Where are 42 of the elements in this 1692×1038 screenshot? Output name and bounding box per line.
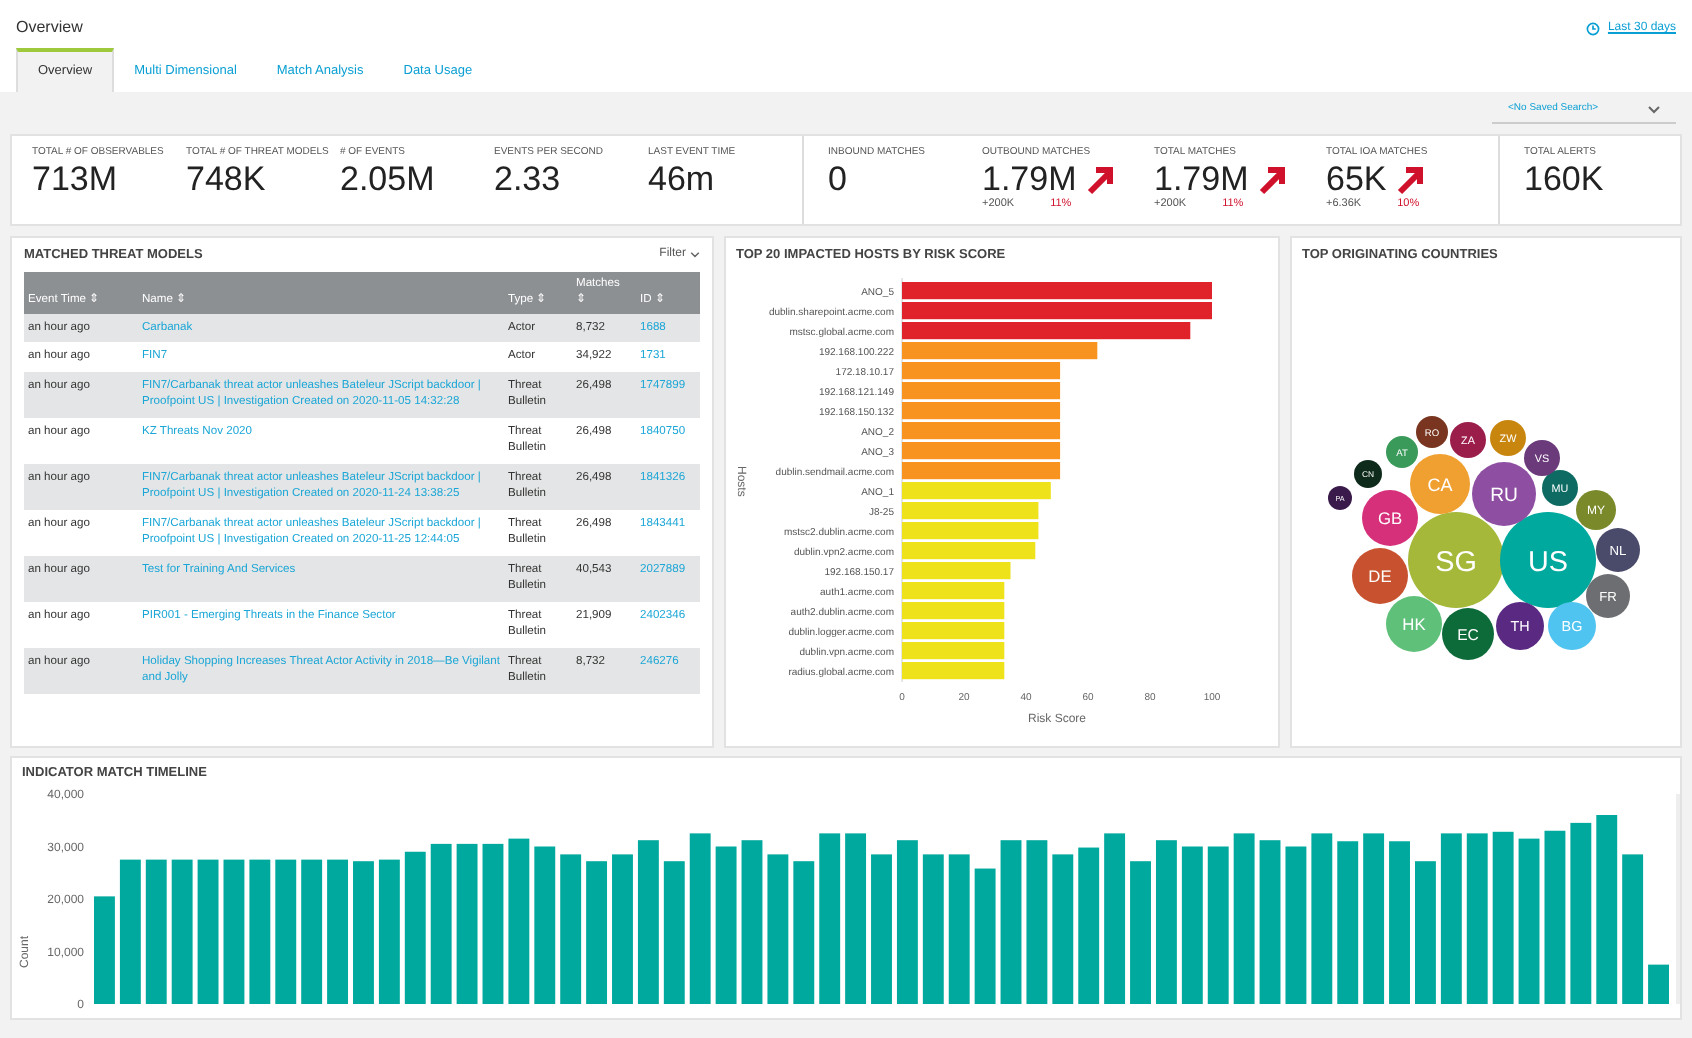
count-bar: [663, 860, 685, 1003]
kpi-value: 748K: [186, 160, 266, 199]
kpi-value: 160K: [1524, 160, 1604, 199]
country-bubble: SG: [1408, 511, 1504, 607]
kpi-value: 2.05M: [340, 160, 435, 199]
risk-bar: [902, 621, 1005, 639]
count-bar: [353, 860, 374, 1003]
kpi-value: 1.79M: [982, 160, 1077, 199]
kpi-value: 46m: [648, 160, 715, 199]
risk-bar: [902, 661, 1005, 679]
clock-icon: [1585, 22, 1600, 36]
country-bubble: DE: [1352, 547, 1408, 603]
risk-bar: [902, 581, 1005, 599]
country-bubble: HK: [1386, 595, 1442, 651]
country-bubble: RU: [1472, 461, 1536, 525]
kpi-value: 0: [828, 160, 847, 199]
country-bubble: US: [1500, 511, 1596, 607]
risk-bar: [902, 641, 1005, 659]
trend-up-icon: [1256, 163, 1289, 196]
chevron-down-icon: [690, 252, 700, 259]
risk-bar: [902, 501, 1039, 519]
kpi-value: 1.79M: [1154, 160, 1249, 199]
country-bubble: CA: [1410, 453, 1470, 513]
risk-bar: [902, 521, 1039, 539]
kpi-value: 713M: [32, 160, 118, 199]
country-bubble: GB: [1362, 489, 1418, 545]
page-title: Overview: [16, 16, 85, 40]
risk-bar: [902, 541, 1036, 559]
count-bar: [793, 860, 815, 1003]
count-bar: [974, 867, 996, 1003]
kpi-value: 65K: [1326, 160, 1387, 199]
risk-bar: [902, 601, 1005, 619]
trend-up-icon: [1394, 163, 1427, 196]
count-bar: [94, 895, 115, 1003]
count-bar: [1415, 860, 1436, 1003]
kpi-value: 2.33: [494, 160, 561, 199]
risk-bar: [902, 561, 1011, 579]
trend-up-icon: [1084, 163, 1117, 196]
count-bar: [1130, 860, 1151, 1003]
chevron-down-icon: [1648, 105, 1660, 114]
count-bar: [586, 860, 608, 1003]
count-bar: [1648, 963, 1669, 1003]
